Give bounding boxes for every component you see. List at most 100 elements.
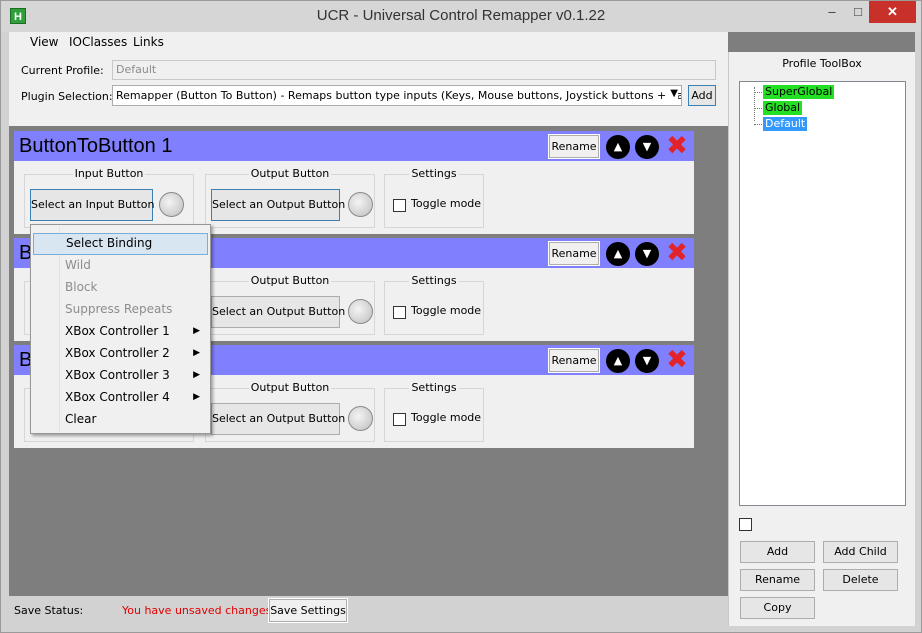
settings-group-title: Settings (409, 274, 459, 287)
settings-group: Settings Toggle mode (384, 167, 484, 228)
output-button-group: Output Button Select an Output Button (205, 381, 375, 442)
delete-x-icon[interactable]: ✖ (664, 347, 690, 373)
menu-item-block[interactable]: Block (33, 277, 208, 299)
toggle-mode-checkbox[interactable] (393, 306, 406, 319)
menu-item-label: Clear (65, 412, 97, 426)
add-child-button[interactable]: Add Child (823, 541, 898, 563)
menu-item-label: Select Binding (66, 236, 153, 250)
menu-item-label: XBox Controller 2 (65, 346, 170, 360)
menu-item-label: XBox Controller 4 (65, 390, 170, 404)
profile-toolbox: Profile ToolBox SuperGlobal Global Defau… (728, 52, 915, 626)
input-button-group: Input Button Select an Input Button (24, 167, 194, 228)
menu-item-suppress-repeats[interactable]: Suppress Repeats (33, 299, 208, 321)
delete-profile-button[interactable]: Delete (823, 569, 898, 591)
toggle-mode-label: Toggle mode (411, 197, 482, 210)
chevron-down-icon[interactable]: ▼ (635, 349, 659, 373)
submenu-arrow-icon: ▶ (193, 348, 200, 358)
copy-profile-button[interactable]: Copy (740, 597, 815, 619)
toolbox-title: Profile ToolBox (782, 57, 862, 70)
menu-item-label: Block (65, 280, 98, 294)
chevron-down-icon[interactable]: ▼ (635, 135, 659, 159)
input-group-title: Input Button (72, 167, 146, 180)
output-group-title: Output Button (248, 381, 332, 394)
menu-item-xbox-3[interactable]: XBox Controller 3 ▶ (33, 365, 208, 387)
menu-links[interactable]: Links (133, 35, 164, 49)
plugin-selection-label: Plugin Selection: (21, 90, 113, 103)
menu-item-select-binding[interactable]: Select Binding (33, 233, 208, 255)
chevron-down-icon[interactable]: ▼ (667, 88, 678, 99)
menu-item-label: Wild (65, 258, 91, 272)
save-status-label: Save Status: (14, 604, 84, 617)
menu-view[interactable]: View (30, 35, 58, 49)
menu-item-xbox-1[interactable]: XBox Controller 1 ▶ (33, 321, 208, 343)
submenu-arrow-icon: ▶ (193, 392, 200, 402)
toggle-mode-checkbox[interactable] (393, 413, 406, 426)
output-state-indicator (348, 299, 373, 324)
settings-group-title: Settings (409, 381, 459, 394)
delete-x-icon[interactable]: ✖ (664, 240, 690, 266)
chevron-down-icon[interactable]: ▼ (635, 242, 659, 266)
chevron-up-icon[interactable]: ▲ (606, 349, 630, 373)
input-state-indicator (159, 192, 184, 217)
select-input-button[interactable]: Select an Input Button (30, 189, 154, 221)
chevron-up-icon[interactable]: ▲ (606, 135, 630, 159)
toggle-mode-label: Toggle mode (411, 304, 482, 317)
menu-item-xbox-4[interactable]: XBox Controller 4 ▶ (33, 387, 208, 409)
output-state-indicator (348, 406, 373, 431)
tree-node-superglobal[interactable]: SuperGlobal (763, 85, 835, 99)
submenu-arrow-icon: ▶ (193, 326, 200, 336)
select-output-button[interactable]: Select an Output Button (211, 403, 345, 435)
plugin-selection-dropdown[interactable]: Remapper (Button To Button) - Remaps but… (112, 85, 682, 106)
submenu-arrow-icon: ▶ (193, 370, 200, 380)
output-button-group: Output Button Select an Output Button (205, 274, 375, 335)
select-output-button[interactable]: Select an Output Button (211, 296, 345, 328)
tree-node-global[interactable]: Global (763, 101, 803, 115)
menu-item-clear[interactable]: Clear (33, 409, 208, 431)
rename-plugin-button[interactable]: Rename (548, 134, 600, 159)
menu-ioclasses[interactable]: IOClasses (69, 35, 127, 49)
menu-item-label: XBox Controller 3 (65, 368, 170, 382)
close-window-button[interactable]: ✕ (869, 1, 916, 23)
chevron-up-icon[interactable]: ▲ (606, 242, 630, 266)
settings-group: Settings Toggle mode (384, 274, 484, 335)
output-group-title: Output Button (248, 167, 332, 180)
menu-item-label: XBox Controller 1 (65, 324, 170, 338)
title-bar[interactable]: H UCR - Universal Control Remapper v0.1.… (1, 1, 921, 32)
rename-plugin-button[interactable]: Rename (548, 348, 600, 373)
select-output-button[interactable]: Select an Output Button (211, 189, 345, 221)
toolbox-checkbox[interactable] (739, 518, 752, 531)
save-settings-button[interactable]: Save Settings (268, 598, 348, 623)
output-button-group: Output Button Select an Output Button (205, 167, 375, 228)
window-title: UCR - Universal Control Remapper v0.1.22 (316, 7, 606, 24)
output-state-indicator (348, 192, 373, 217)
plugin-selection-value: Remapper (Button To Button) - Remaps but… (116, 89, 681, 102)
menu-bar: View IOClasses Links (9, 32, 728, 52)
output-group-title: Output Button (248, 274, 332, 287)
add-profile-button[interactable]: Add (740, 541, 815, 563)
binding-context-menu: Select Binding Wild Block Suppress Repea… (30, 224, 211, 434)
tree-connector (754, 108, 762, 109)
tree-connector (754, 92, 762, 93)
rename-plugin-button[interactable]: Rename (548, 241, 600, 266)
current-profile-field: Default (112, 60, 716, 80)
profile-tree[interactable]: SuperGlobal Global Default (739, 81, 906, 506)
current-profile-label: Current Profile: (21, 64, 104, 77)
app-window: H UCR - Universal Control Remapper v0.1.… (0, 0, 922, 633)
menu-item-xbox-2[interactable]: XBox Controller 2 ▶ (33, 343, 208, 365)
plugin-title: ButtonToButton 1 (19, 135, 173, 157)
delete-x-icon[interactable]: ✖ (664, 133, 690, 159)
settings-group-title: Settings (409, 167, 459, 180)
tree-connector (754, 124, 762, 125)
menu-item-label: Suppress Repeats (65, 302, 173, 316)
add-plugin-button[interactable]: Add (688, 85, 716, 106)
menu-item-wild[interactable]: Wild (33, 255, 208, 277)
save-status-message: You have unsaved changes (122, 604, 272, 617)
settings-group: Settings Toggle mode (384, 381, 484, 442)
plugin-panel: ButtonToButton 1 Rename ▲ ▼ ✖ Input Butt… (14, 131, 694, 234)
tree-node-default[interactable]: Default (763, 117, 808, 131)
toggle-mode-checkbox[interactable] (393, 199, 406, 212)
profile-header-panel: Current Profile: Default Plugin Selectio… (9, 52, 728, 126)
status-bar: Save Status: You have unsaved changes Sa… (9, 596, 728, 626)
plugin-header: ButtonToButton 1 Rename ▲ ▼ ✖ (14, 131, 694, 161)
rename-profile-button[interactable]: Rename (740, 569, 815, 591)
